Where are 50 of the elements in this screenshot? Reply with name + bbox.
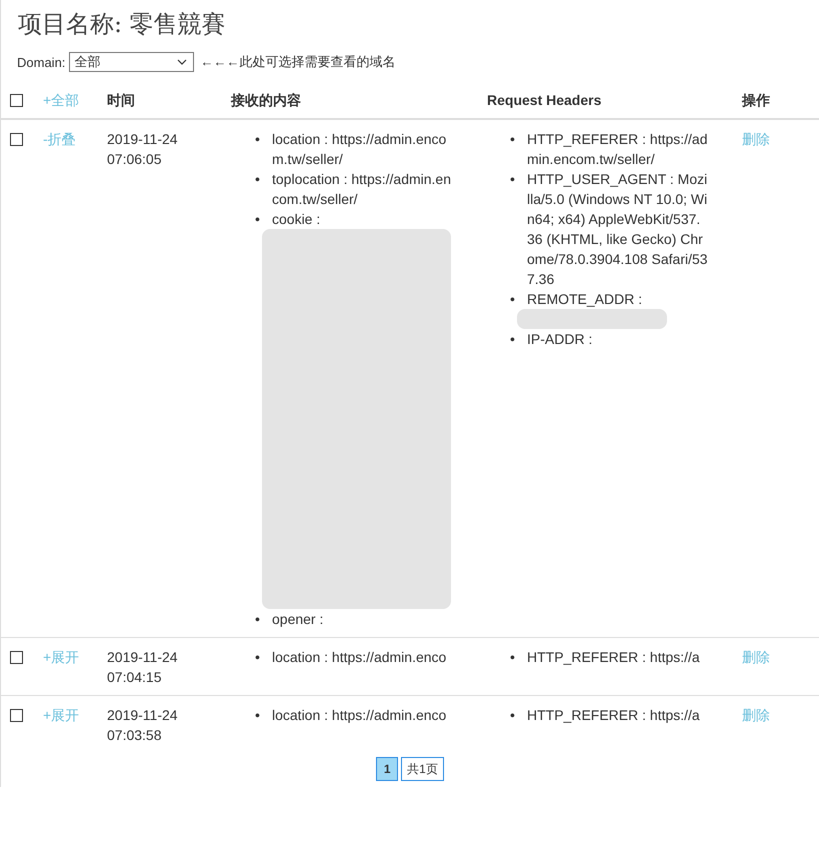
bullet: • [255, 610, 260, 629]
bullet: • [255, 648, 260, 667]
expand-all-link[interactable]: +全部 [43, 92, 80, 108]
column-header: 时间 [107, 91, 136, 110]
row-checkbox[interactable] [10, 133, 23, 146]
page-button[interactable]: 共1页 [401, 757, 444, 781]
row-checkbox[interactable] [10, 651, 23, 664]
header-item: HTTP_REFERER : https://admin.encom.tw/seller/ [527, 131, 708, 167]
content-item: cookie : [272, 211, 320, 227]
page-button[interactable]: 1 [376, 757, 398, 781]
bullet: • [510, 170, 515, 189]
date-text: 2019-11-24 [107, 648, 179, 667]
bullet: • [510, 648, 515, 667]
bullet: • [255, 170, 260, 189]
bullet: • [510, 130, 515, 149]
content-item: location : https://admin.enco [272, 649, 446, 665]
column-header: 接收的内容 [231, 91, 302, 110]
bullet: • [255, 130, 260, 149]
time-text: 07:04:15 [107, 668, 162, 687]
delete-link[interactable]: 删除 [742, 707, 770, 723]
toggle-link[interactable]: +展开 [43, 649, 80, 665]
domain-label: Domain: [17, 54, 66, 70]
delete-link[interactable]: 删除 [742, 131, 770, 147]
header-item: IP-ADDR : [527, 331, 592, 347]
date-text: 2019-11-24 [107, 706, 179, 725]
content-item: location : https://admin.enco [272, 707, 446, 723]
header-item: HTTP_REFERER : https://a [527, 707, 700, 723]
header-item: REMOTE_ADDR : [527, 291, 642, 307]
toggle-link[interactable]: -折叠 [43, 131, 76, 147]
select-all-checkbox[interactable] [10, 94, 23, 107]
delete-link[interactable]: 删除 [742, 649, 770, 665]
domain-hint: ←←←此处可选择需要查看的域名 [200, 53, 396, 71]
date-text: 2019-11-24 [107, 130, 179, 149]
domain-select[interactable]: 全部 [69, 52, 194, 72]
caret-icon [177, 59, 188, 65]
column-header: 操作 [742, 91, 771, 110]
column-header: Request Headers [487, 91, 602, 110]
bullet: • [510, 290, 515, 309]
header-item: HTTP_USER_AGENT : Mozilla/5.0 (Windows NT 10.0; Win64; x64) AppleWebKit/537.36 (KHTML, like Gecko) Chrome/78.0.3904.108 Safari/537.36 [527, 171, 708, 287]
toggle-link[interactable]: +展开 [43, 707, 80, 723]
time-text: 07:06:05 [107, 150, 162, 169]
row-checkbox[interactable] [10, 709, 23, 722]
bullet: • [255, 210, 260, 229]
header-item: HTTP_REFERER : https://a [527, 649, 700, 665]
bullet: • [510, 706, 515, 725]
time-text: 07:03:58 [107, 726, 162, 745]
project-title: 项目名称: 零售競賽 [17, 9, 227, 40]
content-item: opener : [272, 611, 324, 627]
bullet: • [255, 706, 260, 725]
bullet: • [510, 330, 515, 349]
